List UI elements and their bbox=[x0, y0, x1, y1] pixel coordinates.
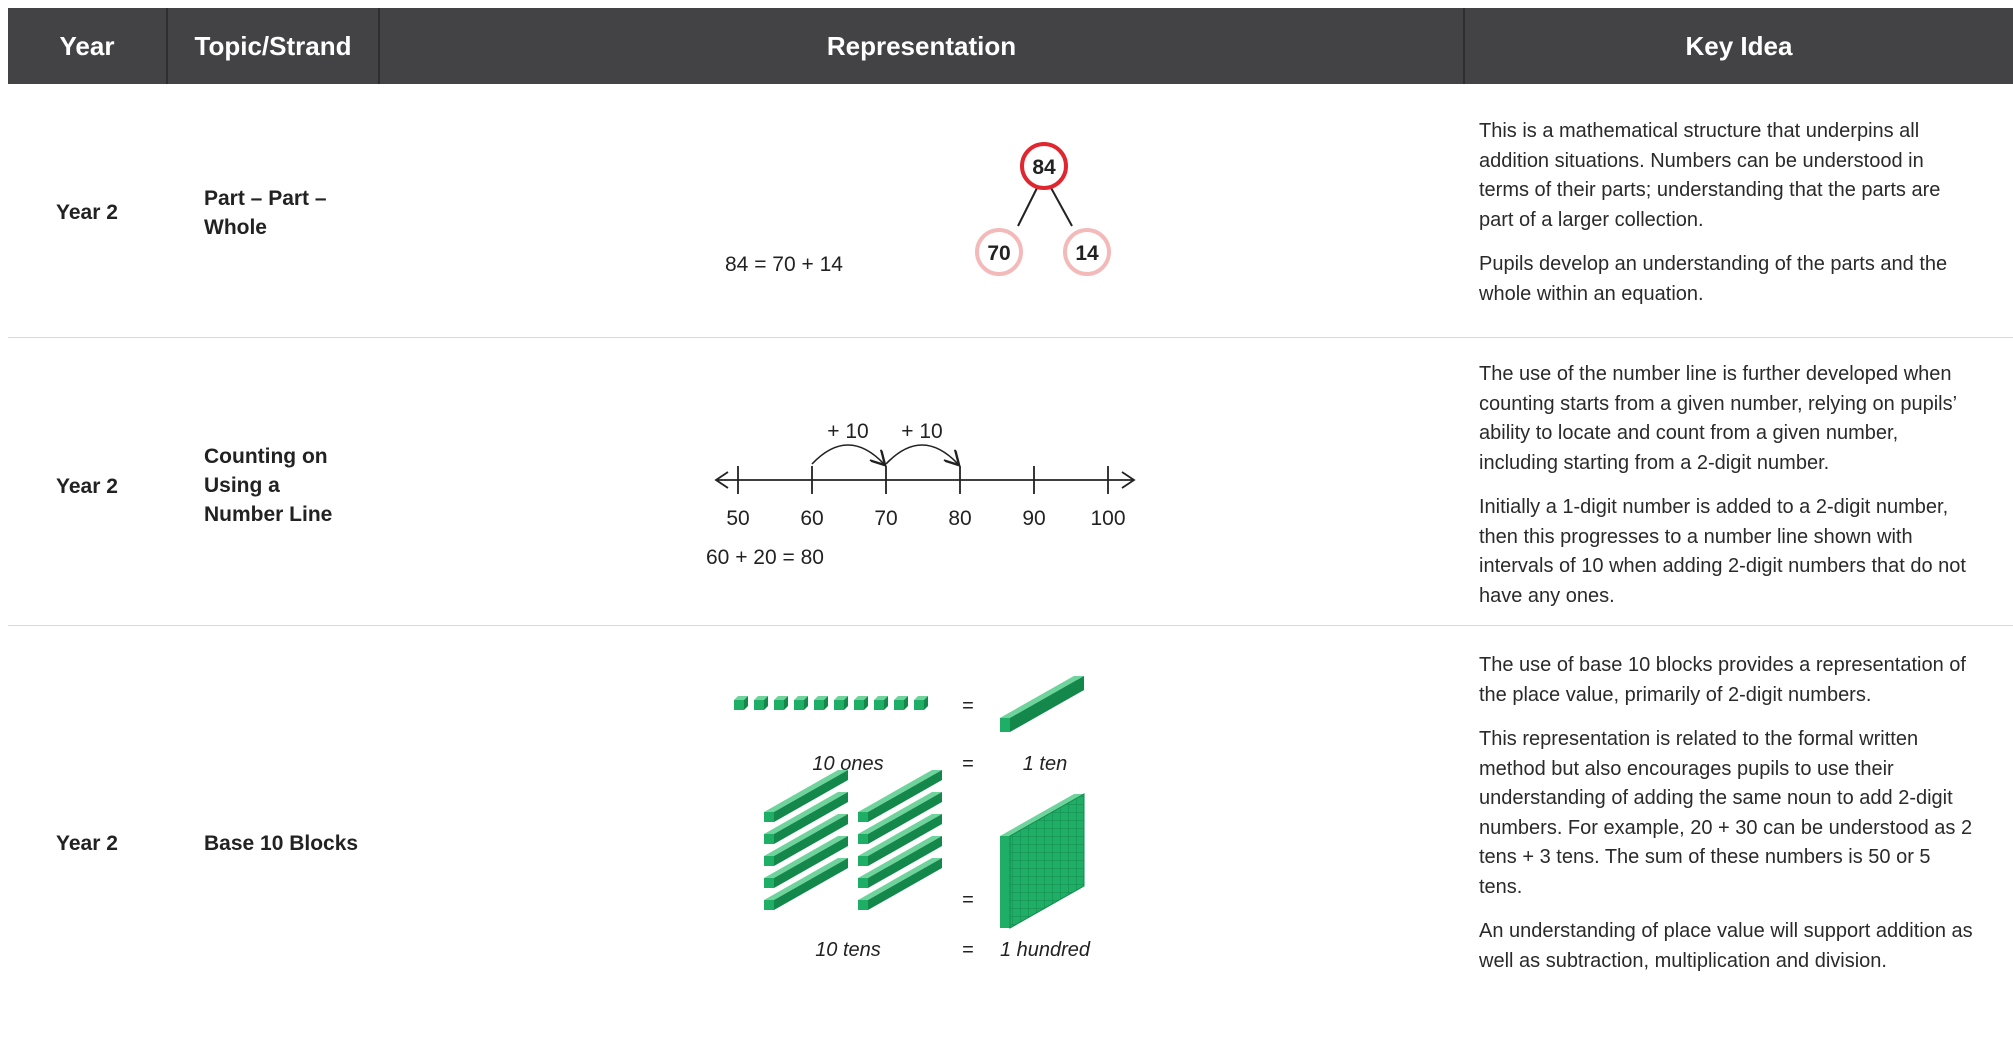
jump-label-2: + 10 bbox=[901, 420, 942, 443]
row1-year: Year 2 bbox=[56, 201, 118, 224]
header-year-label: Year bbox=[59, 30, 115, 61]
ten-rod bbox=[1000, 676, 1084, 732]
label-tens: 10 tens bbox=[815, 939, 881, 961]
tick-label: 50 bbox=[726, 507, 749, 530]
header-topic-label: Topic/Strand bbox=[194, 30, 352, 61]
part-value-right: 14 bbox=[1075, 242, 1099, 265]
tick-label: 90 bbox=[1022, 507, 1045, 530]
jump-arc-2 bbox=[885, 444, 958, 464]
row1-topic: Part – Part – Whole bbox=[204, 184, 354, 242]
equals-top: = bbox=[962, 695, 974, 717]
equals-bottom: = bbox=[962, 939, 974, 961]
row3-key-idea: The use of base 10 blocks provides a rep… bbox=[1479, 651, 1979, 991]
header-representation: Representation bbox=[378, 8, 1463, 84]
label-hundred: 1 hundred bbox=[1000, 939, 1091, 961]
row-divider bbox=[8, 625, 2013, 626]
tick-label: 70 bbox=[874, 507, 897, 530]
header-representation-label: Representation bbox=[826, 30, 1017, 61]
label-ten: 1 ten bbox=[1023, 753, 1067, 775]
hundred-flat bbox=[1000, 793, 1085, 929]
tens-rods bbox=[764, 770, 942, 910]
header-topic: Topic/Strand bbox=[166, 8, 378, 84]
part-value-left: 70 bbox=[987, 242, 1010, 265]
row3-key-idea-p1: The use of base 10 blocks provides a rep… bbox=[1479, 654, 1966, 706]
equals-mid: = bbox=[962, 753, 974, 775]
header-key-idea-label: Key Idea bbox=[1685, 30, 1793, 61]
jump-arc-1 bbox=[811, 444, 884, 464]
row2-year: Year 2 bbox=[56, 475, 118, 498]
header-year: Year bbox=[8, 8, 166, 84]
row2-topic-label: Counting on Using a Number Line bbox=[204, 445, 333, 526]
row3-topic: Base 10 Blocks bbox=[204, 832, 359, 855]
tick-label: 100 bbox=[1090, 507, 1125, 530]
row2-key-idea-p1: The use of the number line is further de… bbox=[1479, 363, 1957, 474]
row1-equation: 84 = 70 + 14 bbox=[725, 253, 843, 276]
part-whole-diagram: 84 70 14 bbox=[975, 142, 1111, 276]
row1-key-idea-p2: Pupils develop an understanding of the p… bbox=[1479, 253, 1948, 305]
row1-topic-label: Part – Part – Whole bbox=[204, 187, 327, 239]
row3-key-idea-p3: An understanding of place value will sup… bbox=[1479, 920, 1973, 972]
row2-key-idea: The use of the number line is further de… bbox=[1479, 360, 1979, 626]
number-line-diagram: + 10 + 10 50 60 70 80 90 100 bbox=[714, 420, 1136, 530]
row-divider bbox=[8, 337, 2013, 338]
equals-bottom-mid: = bbox=[962, 889, 974, 911]
base-10-blocks-diagram: = 10 ones = 1 ten = 10 tens = 1 hundred bbox=[734, 676, 1091, 961]
row2-equation: 60 + 20 = 80 bbox=[706, 546, 824, 569]
row1-key-idea-p1: This is a mathematical structure that un… bbox=[1479, 120, 1941, 231]
row2-topic: Counting on Using a Number Line bbox=[204, 442, 344, 529]
whole-value: 84 bbox=[1032, 156, 1056, 179]
row3-key-idea-p2: This representation is related to the fo… bbox=[1479, 728, 1973, 898]
tick-label: 80 bbox=[948, 507, 971, 530]
row3-year: Year 2 bbox=[56, 832, 118, 855]
header-key-idea: Key Idea bbox=[1463, 8, 2013, 84]
row2-key-idea-p2: Initially a 1-digit number is added to a… bbox=[1479, 496, 1966, 607]
jump-label-1: + 10 bbox=[827, 420, 868, 443]
row1-key-idea: This is a mathematical structure that un… bbox=[1479, 117, 1979, 324]
tick-label: 60 bbox=[800, 507, 823, 530]
ones-cubes bbox=[734, 696, 928, 710]
